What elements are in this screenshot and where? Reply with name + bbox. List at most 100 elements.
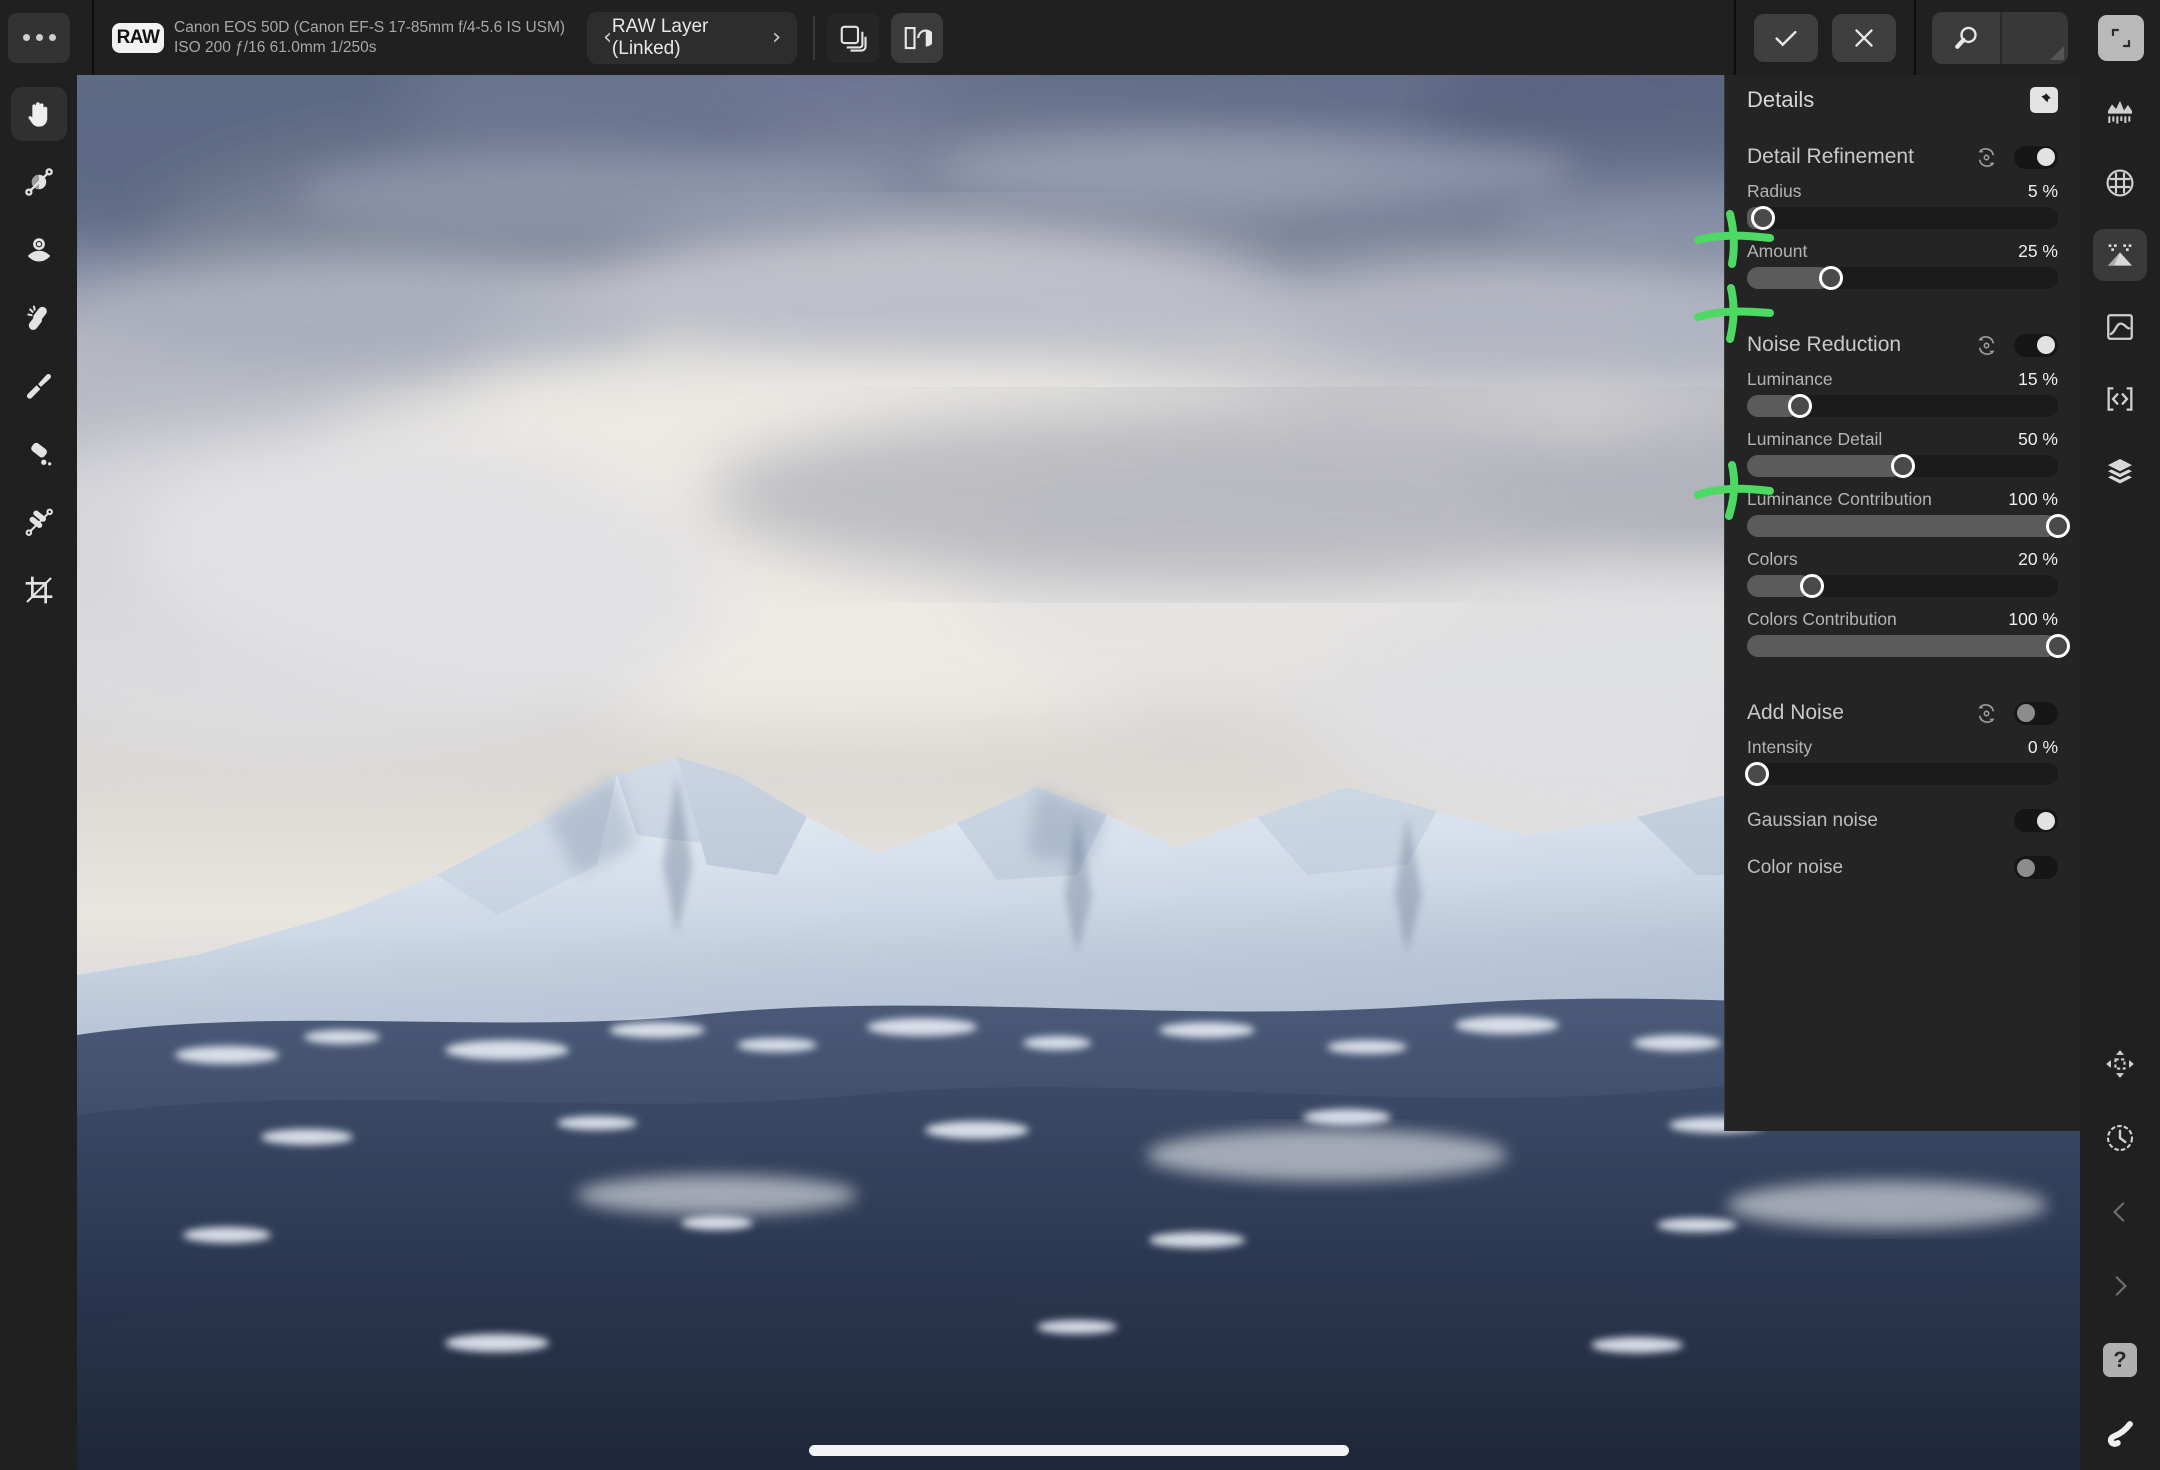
- control-luminance: Luminance 15 %: [1747, 369, 2058, 418]
- sidebar-item-white-balance-tool[interactable]: [11, 155, 67, 209]
- home-indicator: [808, 1445, 1349, 1456]
- redo-button[interactable]: [2093, 1260, 2147, 1312]
- reset-circular-arrow-icon[interactable]: [1975, 702, 1998, 725]
- slider-fill: [1747, 635, 2058, 657]
- reset-circular-arrow-icon[interactable]: [1975, 334, 1998, 357]
- control-value: 5 %: [2027, 181, 2058, 201]
- eraser-icon: [30, 442, 51, 466]
- slider-knob[interactable]: [1818, 266, 1843, 290]
- sidebar-item-tone-curve-panel[interactable]: [2093, 301, 2147, 353]
- layer-selector[interactable]: ‹ RAW Layer (Linked) ›: [587, 11, 798, 64]
- toggle-knob: [2017, 858, 2035, 877]
- sidebar-item-composition-panel[interactable]: [2093, 157, 2147, 209]
- section-title: Noise Reduction: [1747, 333, 1902, 356]
- toggle-add-noise[interactable]: [2014, 701, 2058, 725]
- toolbar-divider: [1914, 0, 1916, 75]
- slider-luminance-contribution[interactable]: [1747, 514, 2070, 538]
- control-intensity: Intensity 0 %: [1745, 737, 2058, 786]
- right-rail-bottom-group: ?: [2080, 1038, 2160, 1460]
- slider-knob[interactable]: [1750, 206, 1775, 230]
- control-value: 100 %: [2008, 489, 2058, 509]
- sidebar-item-pan-hand-tool[interactable]: [10, 87, 67, 141]
- slider-radius[interactable]: [1747, 206, 2058, 230]
- close-x-icon: [1855, 28, 1873, 47]
- layer-name-label: RAW Layer (Linked): [611, 15, 709, 59]
- slider-knob[interactable]: [1890, 454, 1915, 478]
- sidebar-item-blemish-removal-tool[interactable]: [11, 291, 67, 345]
- sidebar-item-crop-tool[interactable]: [11, 563, 67, 617]
- slider-luminance[interactable]: [1747, 394, 2058, 418]
- row-gaussian-noise: Gaussian noise: [1747, 809, 2058, 832]
- control-value: 25 %: [2018, 241, 2058, 261]
- sidebar-item-metadata-panel[interactable]: [2093, 373, 2147, 425]
- control-label: Colors Contribution: [1747, 609, 1897, 629]
- toggle-detail-refinement[interactable]: [2014, 145, 2058, 169]
- slider-intensity[interactable]: [1745, 762, 2058, 786]
- slider-knob[interactable]: [2046, 514, 2070, 538]
- slider-colors-contribution[interactable]: [1747, 634, 2070, 658]
- more-options-button[interactable]: [8, 12, 70, 63]
- section-header-noise-reduction: Noise Reduction: [1747, 333, 2058, 357]
- section-title: Detail Refinement: [1747, 145, 1914, 168]
- zoom-preset-dropdown[interactable]: [2000, 11, 2068, 64]
- control-value: 15 %: [2018, 369, 2058, 389]
- control-value: 20 %: [2018, 549, 2058, 569]
- grid-circle-icon: [2106, 169, 2134, 197]
- sidebar-item-paint-brush-tool[interactable]: [11, 359, 67, 413]
- control-label: Amount: [1747, 241, 1808, 261]
- sidebar-item-histogram-panel[interactable]: [2093, 85, 2147, 137]
- slider-knob[interactable]: [2046, 634, 2070, 658]
- sidebar-item-layers-panel[interactable]: [2093, 445, 2147, 497]
- sidebar-item-gradient-tool[interactable]: [11, 495, 67, 549]
- control-label: Luminance Contribution: [1747, 489, 1932, 509]
- code-brackets-icon: [2107, 387, 2133, 411]
- toolbar-divider: [813, 15, 816, 60]
- crop-icon: [25, 576, 52, 604]
- control-colors-contribution: Colors Contribution 100 %: [1747, 609, 2070, 658]
- checkmark-icon: [1775, 30, 1797, 46]
- sidebar-item-portrait-retouch-tool[interactable]: [11, 223, 67, 277]
- toggle-noise-reduction[interactable]: [2014, 333, 2058, 357]
- raw-format-badge: RAW: [112, 22, 164, 53]
- layer-next-button[interactable]: ›: [772, 26, 781, 49]
- hand-icon: [27, 102, 47, 127]
- apply-button[interactable]: [1754, 13, 1818, 62]
- sidebar-item-details-panel[interactable]: [2093, 229, 2147, 281]
- move-arrows-icon: [2106, 1050, 2134, 1078]
- pin-panel-button[interactable]: [2030, 87, 2058, 113]
- sidebar-item-transform-move-tool[interactable]: [2093, 1038, 2147, 1090]
- cancel-button[interactable]: [1832, 13, 1896, 62]
- control-label: Luminance Detail: [1747, 429, 1883, 449]
- chevron-left-icon: [2113, 1202, 2125, 1222]
- control-value: 100 %: [2008, 609, 2058, 629]
- toggle-gaussian-noise[interactable]: [2014, 809, 2058, 832]
- sidebar-item-history-panel[interactable]: [2093, 1112, 2147, 1164]
- slider-knob[interactable]: [1787, 394, 1812, 418]
- paintbrush-icon: [26, 374, 51, 399]
- undo-button[interactable]: [2093, 1186, 2147, 1238]
- question-mark-icon: ?: [2103, 1343, 2137, 1377]
- toggle-color-noise[interactable]: [2014, 856, 2058, 879]
- layer-prev-button[interactable]: ‹: [603, 26, 612, 49]
- right-rail-top-group: [2080, 85, 2160, 497]
- control-luminance-detail: Luminance Detail 50 %: [1747, 429, 2058, 478]
- help-button[interactable]: ?: [2093, 1334, 2147, 1386]
- slider-colors[interactable]: [1747, 574, 2058, 598]
- fullscreen-button[interactable]: [2098, 14, 2144, 61]
- slider-amount[interactable]: [1747, 266, 2058, 290]
- brush-stroke-button[interactable]: [2093, 1408, 2147, 1460]
- pin-icon: [2039, 93, 2051, 104]
- zoom-button[interactable]: [1932, 11, 2000, 64]
- before-after-compare-button[interactable]: [891, 12, 944, 63]
- page-title: Details: [1747, 87, 1815, 112]
- slider-luminance-detail[interactable]: [1747, 454, 2058, 478]
- switch-label: Color noise: [1747, 856, 1844, 878]
- histogram-icon: [2108, 101, 2132, 124]
- sidebar-item-eraser-tool[interactable]: [11, 427, 67, 481]
- reset-circular-arrow-icon[interactable]: [1975, 146, 1998, 169]
- control-value: 50 %: [2018, 429, 2058, 449]
- person-pin-icon: [27, 238, 50, 262]
- layer-stack-button[interactable]: [827, 12, 880, 63]
- slider-knob[interactable]: [1745, 762, 1769, 786]
- slider-knob[interactable]: [1800, 574, 1825, 598]
